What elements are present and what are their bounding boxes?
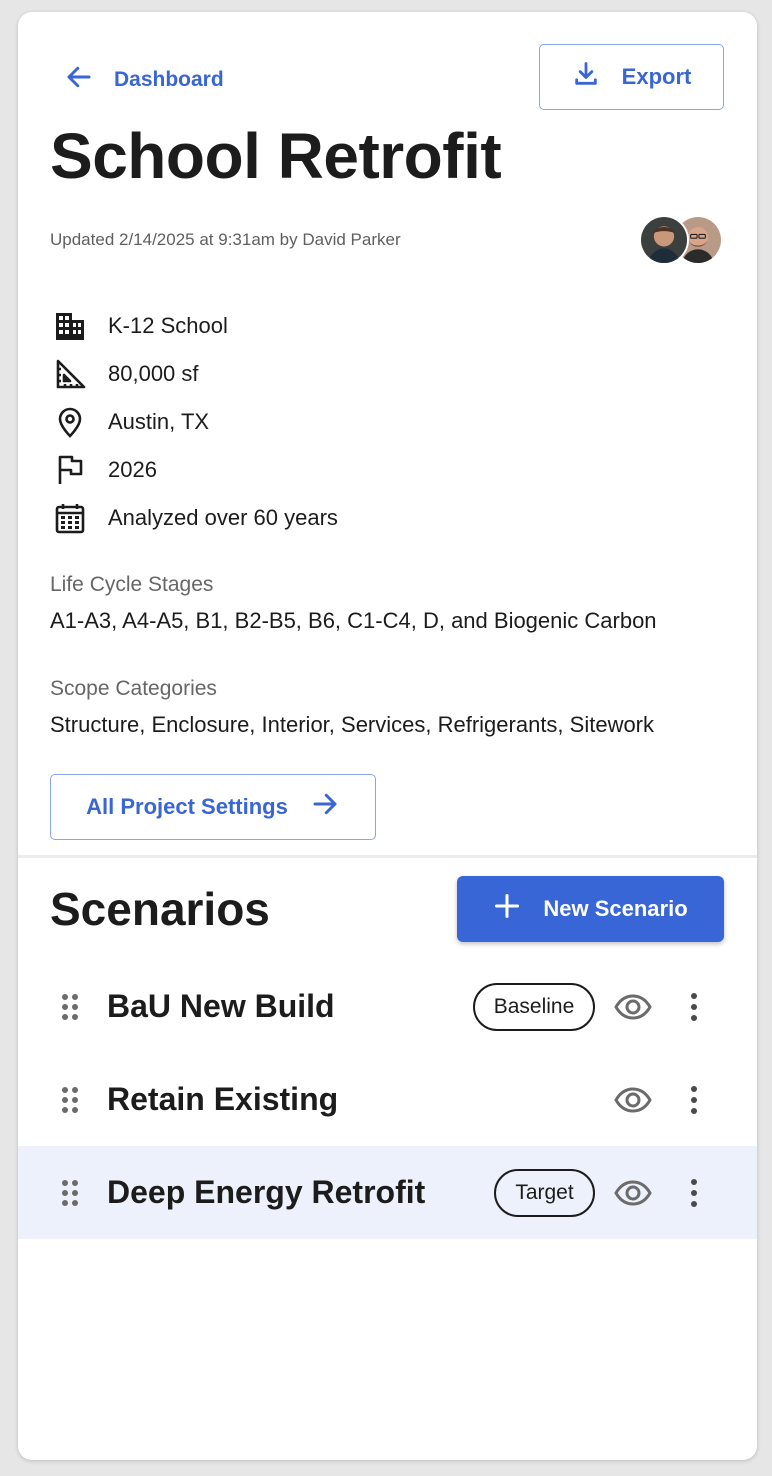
eye-icon[interactable] bbox=[613, 1175, 653, 1211]
eye-icon[interactable] bbox=[613, 1082, 653, 1118]
meta-building-type: K-12 School bbox=[52, 302, 652, 350]
scenario-name[interactable]: Deep Energy Retrofit bbox=[107, 1174, 425, 1211]
scenario-name[interactable]: BaU New Build bbox=[107, 988, 335, 1025]
building-icon bbox=[52, 308, 88, 344]
new-scenario-button[interactable]: New Scenario bbox=[457, 876, 724, 942]
section-divider bbox=[18, 855, 757, 858]
ruler-triangle-icon bbox=[52, 356, 88, 392]
scenario-row[interactable]: Retain Existing bbox=[18, 1053, 757, 1146]
meta-year: 2026 bbox=[52, 446, 652, 494]
avatar[interactable] bbox=[639, 215, 689, 265]
more-options-icon[interactable] bbox=[682, 989, 706, 1025]
scope-label: Scope Categories bbox=[50, 677, 217, 700]
target-badge: Target bbox=[494, 1169, 595, 1217]
meta-area: 80,000 sf bbox=[52, 350, 652, 398]
calendar-icon bbox=[52, 500, 88, 536]
drag-handle-icon[interactable] bbox=[58, 1177, 82, 1209]
scenario-list: BaU New Build Baseline Retain Existing D… bbox=[18, 960, 757, 1239]
top-bar: Dashboard Export bbox=[18, 12, 757, 122]
meta-period: Analyzed over 60 years bbox=[52, 494, 652, 542]
meta-text: 2026 bbox=[108, 457, 157, 482]
project-card: Dashboard Export School Retrofit Updated… bbox=[18, 12, 757, 1460]
project-meta-list: K-12 School 80,000 sf Austin, TX 2026 An… bbox=[52, 302, 652, 542]
download-icon bbox=[572, 60, 600, 94]
export-button[interactable]: Export bbox=[539, 44, 724, 110]
life-cycle-label: Life Cycle Stages bbox=[50, 573, 214, 596]
collaborator-avatars[interactable] bbox=[639, 215, 729, 267]
back-link-label: Dashboard bbox=[114, 68, 224, 91]
scenario-row[interactable]: BaU New Build Baseline bbox=[18, 960, 757, 1053]
back-to-dashboard-link[interactable]: Dashboard bbox=[64, 62, 224, 98]
more-options-icon[interactable] bbox=[682, 1082, 706, 1118]
baseline-badge: Baseline bbox=[473, 983, 595, 1031]
plus-icon bbox=[493, 892, 521, 926]
life-cycle-value: A1-A3, A4-A5, B1, B2-B5, B6, C1-C4, D, a… bbox=[50, 608, 657, 633]
page-title: School Retrofit bbox=[50, 120, 502, 192]
scenario-row-selected[interactable]: Deep Energy Retrofit Target bbox=[18, 1146, 757, 1239]
new-scenario-label: New Scenario bbox=[543, 896, 688, 921]
export-button-label: Export bbox=[621, 64, 692, 89]
arrow-left-icon bbox=[64, 62, 94, 98]
all-project-settings-button[interactable]: All Project Settings bbox=[50, 774, 376, 840]
scope-value: Structure, Enclosure, Interior, Services… bbox=[50, 712, 655, 737]
location-pin-icon bbox=[52, 404, 88, 440]
meta-text: K-12 School bbox=[108, 313, 228, 338]
flag-icon bbox=[52, 452, 88, 488]
scenarios-heading: Scenarios bbox=[50, 883, 270, 935]
drag-handle-icon[interactable] bbox=[58, 991, 82, 1023]
eye-icon[interactable] bbox=[613, 989, 653, 1025]
more-options-icon[interactable] bbox=[682, 1175, 706, 1211]
settings-button-label: All Project Settings bbox=[86, 794, 288, 819]
updated-text: Updated 2/14/2025 at 9:31am by David Par… bbox=[50, 230, 401, 249]
drag-handle-icon[interactable] bbox=[58, 1084, 82, 1116]
arrow-right-icon bbox=[310, 789, 340, 825]
meta-text: Austin, TX bbox=[108, 409, 210, 434]
scenario-name[interactable]: Retain Existing bbox=[107, 1081, 338, 1118]
meta-location: Austin, TX bbox=[52, 398, 652, 446]
meta-text: Analyzed over 60 years bbox=[108, 505, 338, 530]
meta-text: 80,000 sf bbox=[108, 361, 199, 386]
